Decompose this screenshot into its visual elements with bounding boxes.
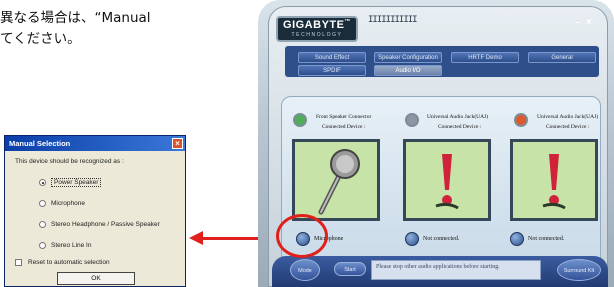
option-stereo-headphone[interactable]: Stereo Headphone / Passive Speaker <box>39 214 160 235</box>
gigabyte-logo: GIGABYTE™ TECHNOLOGY <box>276 16 358 42</box>
status-knob-icon[interactable] <box>510 232 524 246</box>
start-button[interactable]: Start <box>334 262 366 276</box>
exclamation-icon <box>435 154 459 210</box>
annotation-arrow-head-icon <box>189 231 203 245</box>
device-screen-empty <box>403 139 491 221</box>
dialog-close-button[interactable]: × <box>172 138 183 149</box>
dialog-titlebar: Manual Selection × <box>5 136 185 151</box>
tab-speaker-configuration[interactable]: Speaker Configuration <box>374 52 442 63</box>
slot-subtitle: Connected Device : <box>546 124 590 130</box>
option-label: Stereo Headphone / Passive Speaker <box>51 221 160 228</box>
dialog-title: Manual Selection <box>9 139 71 148</box>
device-options: Power Speaker Microphone Stereo Headphon… <box>39 172 160 256</box>
manual-line-2: てください。 <box>0 31 81 47</box>
tab-audio-io[interactable]: Audio I/O <box>374 65 442 76</box>
title-decoration: IIIIIIIIIII <box>368 15 418 25</box>
radio-icon[interactable] <box>39 221 46 228</box>
radio-icon[interactable] <box>39 242 46 249</box>
option-stereo-line-in[interactable]: Stereo Line In <box>39 235 160 256</box>
device-screen-empty <box>510 139 598 221</box>
status-knob-icon[interactable] <box>405 232 419 246</box>
option-label: Power Speaker <box>51 178 102 187</box>
dialog-prompt: This device should be recognized as : <box>15 158 124 165</box>
radio-icon[interactable] <box>39 200 46 207</box>
tab-general[interactable]: General <box>528 52 596 63</box>
option-label: Stereo Line In <box>51 242 92 249</box>
tab-sound-effect[interactable]: Sound Effect <box>298 52 366 63</box>
minimize-button[interactable]: – <box>575 17 581 28</box>
jack-green-icon <box>293 113 307 127</box>
manual-text: 異なる場合は、“Manual てください。 <box>0 8 151 50</box>
jack-orange-icon <box>514 113 528 127</box>
reset-checkbox-row[interactable]: Reset to automatic selection <box>15 259 110 266</box>
mode-button[interactable]: Mode <box>290 259 320 281</box>
logo-subtext: TECHNOLOGY <box>291 32 343 38</box>
radio-selected-icon[interactable] <box>39 179 46 186</box>
microphone-icon <box>318 149 360 215</box>
slot-subtitle: Connected Device : <box>322 124 366 130</box>
checkbox-icon[interactable] <box>15 259 22 266</box>
annotation-circle <box>276 214 328 258</box>
slot-title: Universal Audio Jack(UAJ) <box>537 114 599 120</box>
slot-subtitle: Connected Device : <box>438 124 482 130</box>
option-label: Microphone <box>51 200 85 207</box>
status-message: Please stop other audio applications bef… <box>371 260 541 280</box>
slot-title: Universal Audio Jack(UAJ) <box>427 114 489 120</box>
reset-label: Reset to automatic selection <box>28 259 110 266</box>
manual-line-1: 異なる場合は、“Manual <box>0 10 151 26</box>
option-power-speaker[interactable]: Power Speaker <box>39 172 160 193</box>
tab-hrtf-demo[interactable]: HRTF Demo <box>451 52 519 63</box>
slot-status: Not connected. <box>423 236 460 242</box>
exclamation-icon <box>542 154 566 210</box>
logo-name: GIGABYTE <box>283 19 345 31</box>
surround-kit-button[interactable]: Surround Kit <box>557 259 601 281</box>
option-microphone[interactable]: Microphone <box>39 193 160 214</box>
slot-status: Not connected. <box>528 236 565 242</box>
ok-button[interactable]: OK <box>57 272 135 285</box>
logo-text: GIGABYTE™ <box>278 19 356 31</box>
close-button[interactable]: × <box>586 17 592 28</box>
manual-selection-dialog: Manual Selection × This device should be… <box>4 135 186 287</box>
slot-title: Front Speaker Connector <box>316 114 372 120</box>
device-screen-microphone <box>292 139 380 221</box>
jack-grey-icon <box>405 113 419 127</box>
tab-spdif[interactable]: SPDIF <box>298 65 366 76</box>
logo-trademark: ™ <box>344 19 351 25</box>
